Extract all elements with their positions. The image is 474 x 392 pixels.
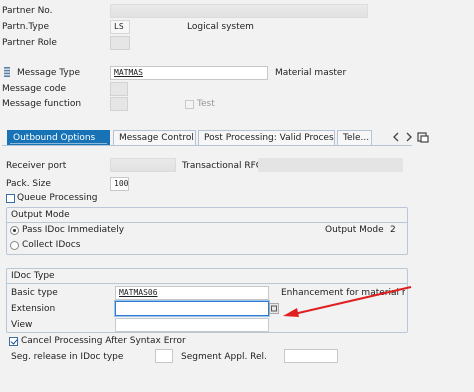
tab-list-icon[interactable] bbox=[417, 131, 429, 143]
view-field[interactable] bbox=[115, 318, 269, 332]
queue-processing-label: Queue Processing bbox=[17, 193, 98, 203]
partner-type-description: Logical system bbox=[187, 22, 254, 32]
pack-size-field[interactable]: 100 bbox=[110, 177, 129, 191]
tab-post-processing-label: Post Processing: Valid Processors bbox=[204, 133, 334, 143]
partner-role-label: Partner Role bbox=[2, 38, 57, 48]
segment-appl-rel-label: Segment Appl. Rel. bbox=[181, 352, 267, 362]
partner-number-label: Partner No. bbox=[2, 6, 53, 16]
pass-idoc-label: Pass IDoc Immediately bbox=[22, 225, 125, 235]
queue-processing-checkbox[interactable] bbox=[6, 194, 15, 203]
tab-outbound-options[interactable]: Outbound Options bbox=[7, 130, 110, 145]
output-mode-title: Output Mode bbox=[7, 208, 407, 223]
cancel-processing-checkbox[interactable] bbox=[9, 337, 18, 346]
receiver-port-field[interactable] bbox=[110, 158, 176, 172]
receiver-port-description: Transactional RFC bbox=[182, 161, 263, 171]
annotation-arrow-icon bbox=[280, 282, 414, 320]
tab-message-control[interactable]: Message Control bbox=[113, 130, 196, 145]
partner-type-field[interactable]: LS bbox=[110, 20, 130, 34]
message-code-field[interactable] bbox=[110, 82, 128, 96]
tab-scroll-left-icon[interactable] bbox=[393, 132, 400, 142]
pack-size-label: Pack. Size bbox=[6, 179, 51, 189]
cancel-processing-label: Cancel Processing After Syntax Error bbox=[21, 336, 186, 346]
extension-field[interactable] bbox=[115, 301, 269, 316]
message-code-label: Message code bbox=[2, 84, 67, 94]
tab-telephony[interactable]: Tele... bbox=[337, 130, 372, 145]
message-function-field[interactable] bbox=[110, 97, 128, 111]
segment-appl-rel-field[interactable] bbox=[284, 349, 338, 363]
tab-message-control-label: Message Control bbox=[119, 133, 194, 143]
output-mode-value: 2 bbox=[390, 225, 396, 235]
basic-type-label: Basic type bbox=[11, 288, 58, 298]
seg-release-field[interactable] bbox=[155, 349, 173, 363]
tab-telephony-label: Tele... bbox=[343, 133, 370, 143]
view-label: View bbox=[11, 320, 33, 330]
message-type-description: Material master bbox=[275, 68, 347, 78]
seg-release-label: Seg. release in IDoc type bbox=[11, 352, 124, 362]
test-label: Test bbox=[197, 99, 215, 109]
test-checkbox[interactable] bbox=[185, 100, 194, 109]
drag-handle-icon[interactable] bbox=[3, 67, 11, 77]
output-mode-label: Output Mode bbox=[325, 225, 384, 235]
receiver-port-extra-field bbox=[258, 158, 403, 172]
message-type-label: Message Type bbox=[17, 68, 80, 78]
tab-outbound-options-label: Outbound Options bbox=[13, 133, 96, 143]
tab-post-processing[interactable]: Post Processing: Valid Processors bbox=[198, 130, 335, 145]
collect-idocs-radio[interactable] bbox=[10, 241, 19, 250]
tab-scroll-right-icon[interactable] bbox=[405, 132, 412, 142]
pass-idoc-radio[interactable] bbox=[10, 226, 19, 235]
extension-label: Extension bbox=[11, 304, 56, 314]
receiver-port-label: Receiver port bbox=[6, 161, 67, 171]
partner-number-field[interactable] bbox=[110, 4, 368, 18]
partner-type-label: Partn.Type bbox=[2, 22, 50, 32]
message-type-field[interactable]: MATMAS bbox=[110, 66, 268, 80]
value-help-icon[interactable] bbox=[269, 303, 279, 314]
partner-role-field[interactable] bbox=[110, 36, 130, 50]
message-function-label: Message function bbox=[2, 99, 82, 109]
collect-idocs-label: Collect IDocs bbox=[22, 240, 81, 250]
basic-type-field[interactable]: MATMAS06 bbox=[115, 286, 269, 300]
